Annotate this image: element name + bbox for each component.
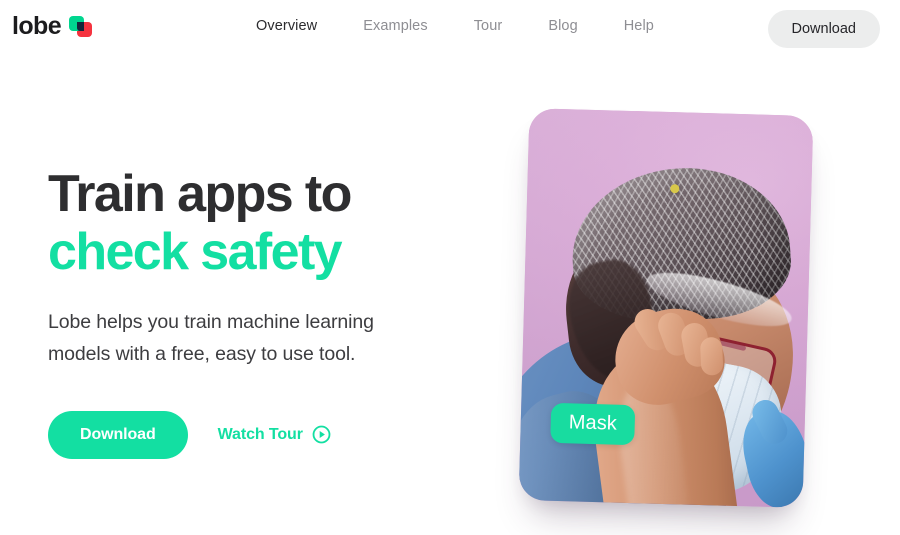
nav-item-blog[interactable]: Blog <box>548 18 577 34</box>
brand-wordmark: lobe <box>12 12 62 40</box>
watch-tour-label: Watch Tour <box>217 425 303 443</box>
lobe-squares-icon <box>69 15 95 38</box>
nav-item-help[interactable]: Help <box>624 18 654 34</box>
page-title: Train apps to check safety <box>48 165 468 281</box>
subtitle-line-1: Lobe helps you train machine learning <box>48 311 374 334</box>
nav-item-examples[interactable]: Examples <box>363 18 427 34</box>
hero-image-card: Mask <box>518 108 814 508</box>
hero-subtitle: Lobe helps you train machine learning mo… <box>48 307 468 369</box>
watch-tour-link[interactable]: Watch Tour <box>218 425 331 444</box>
logo-square-overlap <box>77 21 84 31</box>
header-download-button[interactable]: Download <box>767 10 880 48</box>
photo-finger <box>699 336 724 376</box>
hero-photo <box>518 108 814 508</box>
hero-cta-row: Download Watch Tour <box>48 410 468 459</box>
main-navigation: Overview Examples Tour Blog Help <box>256 18 654 34</box>
hero-image-card-wrapper: Mask <box>518 108 814 508</box>
headline-line-2: check safety <box>48 222 343 281</box>
landing-page: lobe Overview Examples Tour Blog Help Do… <box>0 0 900 535</box>
hero-text-block: Train apps to check safety Lobe helps yo… <box>48 165 468 459</box>
brand-logo[interactable]: lobe <box>12 14 95 39</box>
headline-line-1: Train apps to <box>48 165 352 223</box>
nav-item-overview[interactable]: Overview <box>256 18 317 34</box>
hero-download-button[interactable]: Download <box>48 410 188 459</box>
site-header: lobe Overview Examples Tour Blog Help Do… <box>0 0 900 58</box>
play-circle-icon <box>312 425 331 444</box>
status-badge[interactable]: Mask <box>550 402 636 446</box>
subtitle-line-2: models with a free, easy to use tool. <box>48 342 356 365</box>
nav-item-tour[interactable]: Tour <box>474 18 503 34</box>
